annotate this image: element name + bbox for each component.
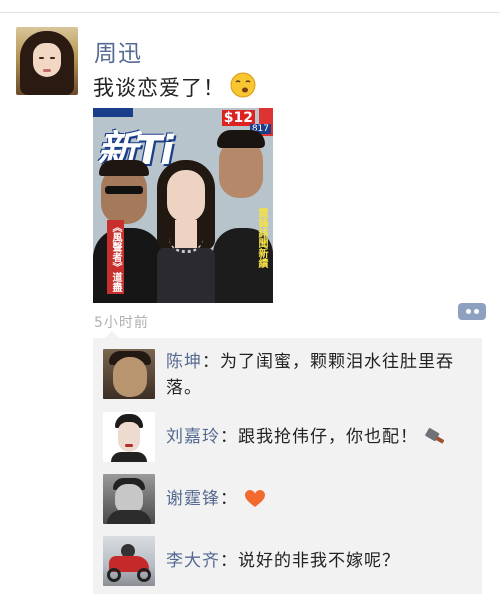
commenter-name[interactable]: 谢霆锋 bbox=[166, 489, 220, 509]
comment-button[interactable] bbox=[458, 303, 486, 320]
comment-separator: ： bbox=[220, 427, 238, 447]
magazine-coverline-left: 《風聲者》道盡 bbox=[107, 220, 124, 294]
top-divider bbox=[0, 12, 500, 13]
commenter-name[interactable]: 李大齐 bbox=[166, 551, 220, 571]
orange-heart-icon bbox=[245, 490, 266, 507]
more-dots-icon bbox=[466, 309, 471, 314]
comments-panel: 陈坤：为了闺蜜，颗颗泪水往肚里吞落。 刘嘉玲：跟我抢伟仔，你也配！ 谢霆锋： 李… bbox=[93, 331, 482, 594]
magazine-coverline-right: 霆鋒緋聞新績 bbox=[256, 208, 267, 268]
commenter-avatar[interactable] bbox=[103, 349, 155, 399]
poster-name[interactable]: 周迅 bbox=[94, 34, 142, 68]
comment-separator: ： bbox=[220, 489, 238, 509]
comment-separator: ： bbox=[202, 352, 220, 372]
commenter-name[interactable]: 刘嘉玲 bbox=[166, 427, 220, 447]
comment-text: 说好的非我不嫁呢？ bbox=[238, 551, 400, 571]
commenter-avatar[interactable] bbox=[103, 412, 155, 462]
poster-avatar[interactable] bbox=[16, 27, 78, 95]
commenter-name[interactable]: 陈坤 bbox=[166, 352, 202, 372]
post-timestamp: 5小时前 bbox=[94, 315, 149, 331]
smirk-face-icon bbox=[230, 72, 256, 98]
commenter-avatar[interactable] bbox=[103, 474, 155, 524]
post-text: 我谈恋爱了！ bbox=[93, 76, 225, 100]
commenter-avatar[interactable] bbox=[103, 536, 155, 586]
comment-text: 跟我抢伟仔，你也配！ bbox=[238, 427, 418, 447]
comment-separator: ： bbox=[220, 551, 238, 571]
cleaver-knife-icon bbox=[425, 428, 445, 444]
post-image-magazine-cover[interactable]: 新Ti $12 817 《風聲者》道盡 霆鋒緋聞新績 bbox=[93, 108, 273, 303]
